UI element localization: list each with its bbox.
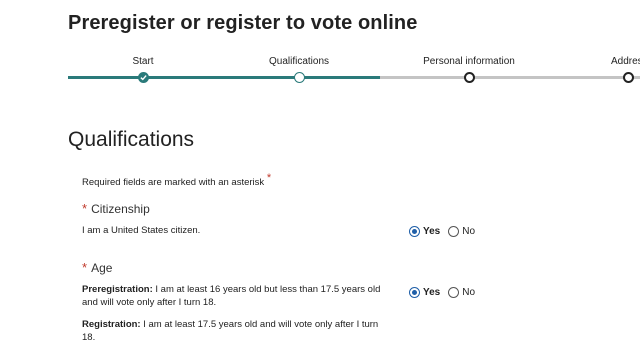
citizenship-radio-group: Yes No xyxy=(409,226,483,237)
registration-label: Registration: xyxy=(82,319,141,330)
registration-statement: Registration: I am at least 17.5 years o… xyxy=(82,318,387,344)
citizenship-no-label[interactable]: No xyxy=(462,226,475,237)
citizenship-yes-radio[interactable] xyxy=(409,226,420,237)
step-label-qualifications: Qualifications xyxy=(268,56,330,67)
age-no-radio[interactable] xyxy=(448,287,460,298)
citizenship-yes-option[interactable]: Yes xyxy=(409,226,440,237)
age-heading: * Age xyxy=(82,260,112,275)
section-title: Qualifications xyxy=(68,128,195,151)
step-label-start: Start xyxy=(132,56,154,67)
step-label-address: Addres xyxy=(611,56,640,67)
preregistration-statement: Preregistration: I am at least 16 years … xyxy=(82,283,387,309)
citizenship-yes-label[interactable]: Yes xyxy=(423,226,440,237)
age-no-option[interactable]: No xyxy=(448,287,475,298)
required-asterisk: * xyxy=(82,201,88,216)
required-note-text: Required fields are marked with an aster… xyxy=(82,177,265,188)
step-node-personal-information xyxy=(463,72,475,83)
citizenship-heading: * Citizenship xyxy=(82,201,150,216)
age-yes-option[interactable]: Yes xyxy=(409,287,440,298)
citizenship-no-radio[interactable] xyxy=(448,226,460,237)
required-asterisk: * xyxy=(82,260,88,275)
checkmark-icon xyxy=(139,75,147,81)
age-radio-group: Yes No xyxy=(409,287,483,298)
page-title: Preregister or register to vote online xyxy=(68,12,418,34)
citizenship-no-option[interactable]: No xyxy=(448,226,475,237)
step-node-start[interactable] xyxy=(137,72,149,83)
age-no-label[interactable]: No xyxy=(462,287,475,298)
age-yes-radio[interactable] xyxy=(409,287,420,298)
step-node-qualifications xyxy=(293,72,305,83)
required-asterisk: * xyxy=(266,172,272,184)
citizenship-statement: I am a United States citizen. xyxy=(82,225,201,236)
citizenship-heading-label: Citizenship xyxy=(91,202,150,216)
age-yes-label[interactable]: Yes xyxy=(423,287,440,298)
preregistration-label: Preregistration: xyxy=(82,284,153,295)
required-fields-note: Required fields are marked with an aster… xyxy=(82,172,271,188)
progress-track-complete xyxy=(68,76,380,79)
step-node-address xyxy=(622,72,634,83)
progress-stepper: Start Qualifications Personal informatio… xyxy=(0,52,640,92)
age-heading-label: Age xyxy=(91,261,113,275)
step-label-personal-information: Personal information xyxy=(423,56,515,67)
progress-track-pending xyxy=(380,76,640,79)
